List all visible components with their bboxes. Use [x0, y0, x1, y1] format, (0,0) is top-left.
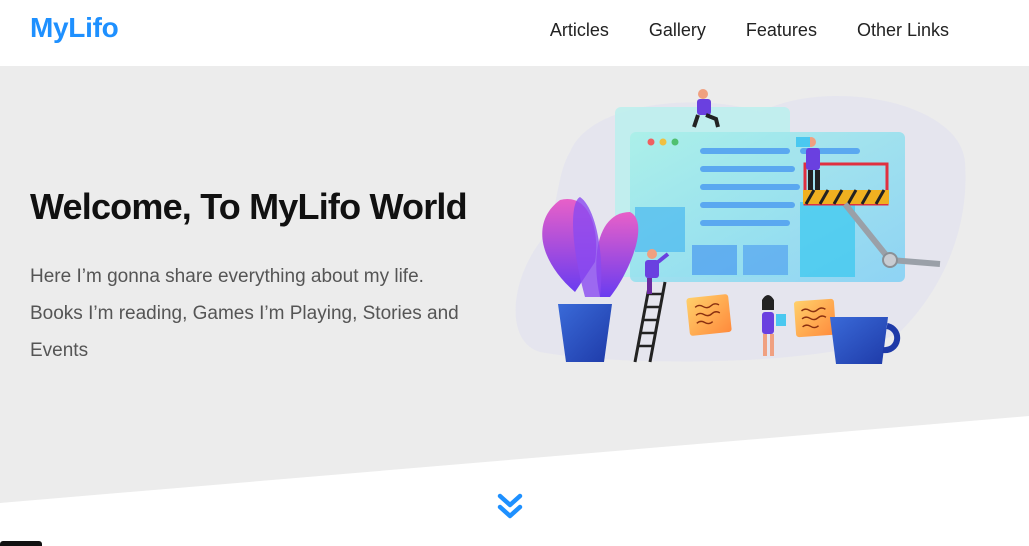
hero-line-3: Events: [30, 340, 89, 361]
corner-element: [0, 541, 42, 546]
double-chevron-down-icon[interactable]: [497, 492, 523, 522]
page: MyLifo Articles Gallery Features Other L…: [0, 0, 1029, 546]
site-logo[interactable]: MyLifo: [30, 12, 119, 44]
window-dot-red: [647, 138, 655, 146]
hero-line-1: Here I’m gonna share everything about my…: [30, 266, 424, 287]
hero-slant-divider: [0, 416, 1029, 546]
coffee-cup: [830, 317, 888, 364]
nav-articles[interactable]: Articles: [550, 20, 609, 41]
sticky-note-right: [793, 298, 837, 338]
nav-other-links[interactable]: Other Links: [857, 20, 949, 41]
person-kneeling: [697, 99, 711, 115]
main-nav: Articles Gallery Features Other Links: [550, 20, 949, 41]
window-dot-green: [671, 138, 679, 146]
hero-line-2: Books I’m reading, Games I’m Playing, St…: [30, 303, 459, 324]
window-dot-yellow: [659, 138, 667, 146]
person-standing: [762, 312, 774, 334]
person-on-ladder: [645, 260, 659, 278]
hero-title: Welcome, To MyLifo World: [30, 186, 468, 227]
hero-description: Here I’m gonna share everything about my…: [30, 258, 500, 369]
person-on-scaffold: [806, 148, 820, 170]
nav-gallery[interactable]: Gallery: [649, 20, 706, 41]
nav-features[interactable]: Features: [746, 20, 817, 41]
plant-pot: [558, 304, 612, 362]
site-header: MyLifo Articles Gallery Features Other L…: [0, 0, 1029, 66]
web-design-team-illustration: [515, 89, 966, 364]
